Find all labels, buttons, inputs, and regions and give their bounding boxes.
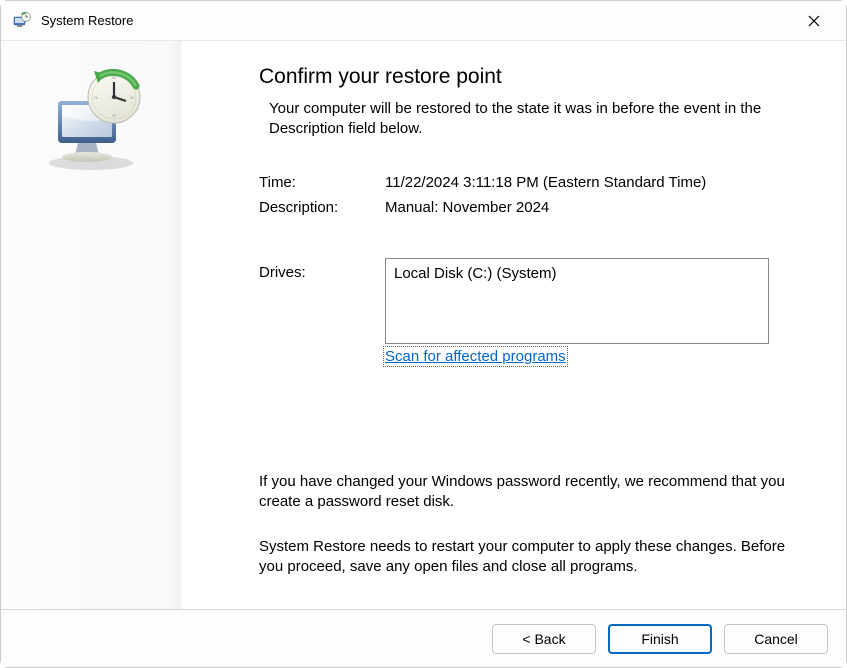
- drives-listbox[interactable]: Local Disk (C:) (System): [385, 258, 769, 344]
- svg-text:VI: VI: [112, 113, 116, 118]
- page-subheading: Your computer will be restored to the st…: [259, 99, 798, 140]
- description-value: Manual: November 2024: [385, 199, 798, 216]
- description-row: Description: Manual: November 2024: [259, 199, 798, 216]
- window-title: System Restore: [41, 13, 794, 28]
- password-warning-text: If you have changed your Windows passwor…: [259, 472, 798, 513]
- restart-warning-text: System Restore needs to restart your com…: [259, 537, 798, 578]
- back-button[interactable]: < Back: [492, 624, 596, 654]
- page-heading: Confirm your restore point: [259, 65, 798, 89]
- finish-button[interactable]: Finish: [608, 624, 712, 654]
- description-label: Description:: [259, 199, 385, 216]
- wizard-footer: < Back Finish Cancel: [1, 609, 846, 667]
- close-button[interactable]: [794, 6, 834, 36]
- time-row: Time: 11/22/2024 3:11:18 PM (Eastern Sta…: [259, 174, 798, 191]
- drives-label: Drives:: [259, 258, 385, 365]
- drives-row: Drives: Local Disk (C:) (System) Scan fo…: [259, 258, 798, 365]
- system-restore-large-icon: XII III VI IX: [36, 63, 146, 173]
- time-value: 11/22/2024 3:11:18 PM (Eastern Standard …: [385, 174, 798, 191]
- svg-text:IX: IX: [94, 95, 98, 100]
- wizard-sidebar: XII III VI IX: [1, 41, 181, 609]
- system-restore-icon: [13, 12, 31, 30]
- time-label: Time:: [259, 174, 385, 191]
- cancel-button[interactable]: Cancel: [724, 624, 828, 654]
- scan-affected-programs-link[interactable]: Scan for affected programs: [385, 348, 566, 365]
- svg-text:III: III: [130, 95, 133, 100]
- close-icon: [808, 15, 820, 27]
- titlebar: System Restore: [1, 1, 846, 41]
- drive-item[interactable]: Local Disk (C:) (System): [394, 265, 760, 282]
- main-panel: Confirm your restore point Your computer…: [181, 41, 846, 609]
- content-area: XII III VI IX Confirm your restore point…: [1, 41, 846, 609]
